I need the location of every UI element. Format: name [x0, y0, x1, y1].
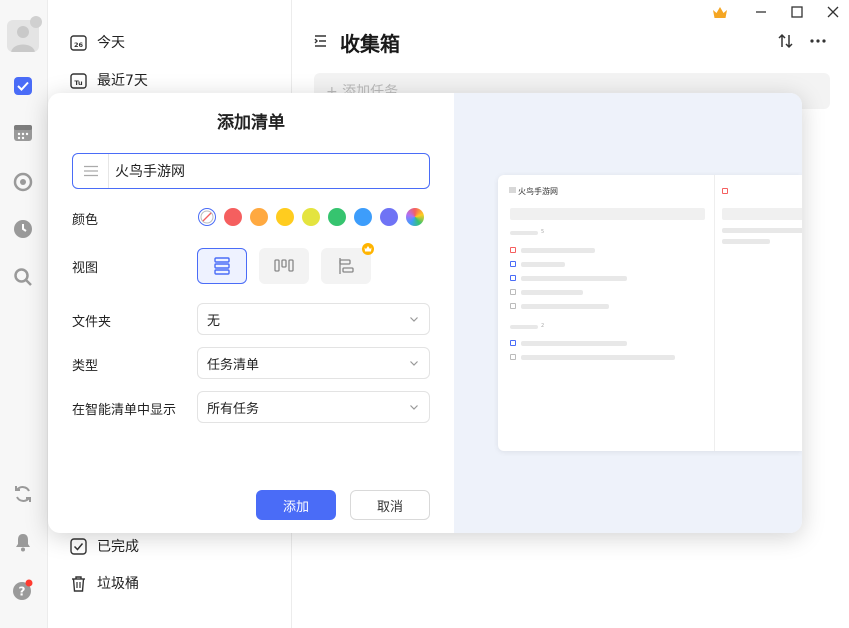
close-icon[interactable]: [825, 4, 841, 20]
preview-task-line: [521, 262, 565, 267]
preview-task-check: [510, 354, 516, 360]
minimize-icon[interactable]: [753, 4, 769, 20]
icon-rail: ?: [0, 0, 48, 628]
task-checkbox-icon[interactable]: [11, 74, 35, 98]
color-swatch-4[interactable]: [302, 208, 320, 226]
calendar-icon[interactable]: [11, 121, 35, 145]
add-button[interactable]: 添加: [256, 490, 336, 520]
chevron-down-icon: [410, 361, 418, 366]
no-color-icon: [200, 210, 213, 223]
sidebar-item-label: 已完成: [97, 539, 139, 555]
more-options-icon[interactable]: [809, 32, 827, 50]
preview-task-line: [521, 304, 609, 309]
preview-task-check: [510, 261, 516, 267]
color-swatch-8[interactable]: [406, 208, 424, 226]
vip-crown-icon: [30, 16, 42, 28]
list-preview-card: 火鸟手游网 5 2: [498, 175, 802, 451]
preview-section-count: 5: [541, 229, 545, 235]
sidebar-item-label: 最近7天: [97, 73, 148, 89]
smart-list-label: 在智能清单中显示: [72, 403, 177, 418]
color-swatch-0[interactable]: [198, 208, 216, 226]
preview-section-header: [510, 231, 538, 235]
folder-value: 无: [207, 313, 221, 329]
preview-detail-line: [722, 239, 770, 244]
color-swatch-5[interactable]: [328, 208, 346, 226]
calendar-tu-icon: Tu: [69, 71, 87, 89]
preview-section-header: [510, 325, 538, 329]
preview-detail-line: [722, 228, 802, 233]
list-name-field[interactable]: [72, 153, 430, 189]
preview-section-count: 2: [541, 323, 545, 329]
preview-add-bar: [510, 208, 705, 220]
sync-icon[interactable]: [11, 482, 35, 506]
svg-text:Tu: Tu: [74, 79, 83, 87]
preview-divider: [714, 175, 715, 451]
svg-text:26: 26: [73, 41, 83, 49]
clock-icon[interactable]: [11, 217, 35, 241]
smart-list-select[interactable]: 所有任务: [197, 391, 430, 423]
preview-task-check: [510, 303, 516, 309]
color-swatch-6[interactable]: [354, 208, 372, 226]
chevron-down-icon: [410, 317, 418, 322]
list-preview-pane: 火鸟手游网 5 2: [454, 93, 802, 533]
type-value: 任务清单: [207, 357, 260, 373]
color-swatch-7[interactable]: [380, 208, 398, 226]
sidebar-item-next-7-days[interactable]: Tu 最近7天: [69, 68, 148, 92]
sidebar-item-trash[interactable]: 垃圾桶: [69, 571, 139, 595]
drag-handle-icon: [73, 154, 109, 188]
preview-task-line: [521, 290, 583, 295]
folder-label: 文件夹: [72, 315, 112, 330]
add-list-dialog: 添加清单 颜色 视图 文件夹 无 类型 任务清单: [48, 93, 802, 533]
color-label: 颜色: [72, 213, 99, 228]
preview-task-line: [521, 248, 595, 253]
premium-badge-icon: [362, 243, 374, 255]
preview-task-check: [510, 340, 516, 346]
sidebar-item-completed[interactable]: 已完成: [69, 534, 139, 558]
page-title: 收集箱: [340, 32, 400, 56]
sidebar-item-label: 垃圾桶: [97, 576, 139, 592]
sidebar-item-today[interactable]: 26 今天: [69, 30, 125, 54]
list-name-input[interactable]: [109, 163, 409, 179]
type-label: 类型: [72, 359, 99, 374]
bell-icon[interactable]: [11, 530, 35, 554]
list-view-icon: [214, 257, 230, 275]
menu-collapse-icon[interactable]: [313, 32, 331, 50]
calendar-26-icon: 26: [69, 33, 87, 51]
maximize-icon[interactable]: [789, 4, 805, 20]
sidebar-item-label: 今天: [97, 35, 125, 51]
vip-crown-icon[interactable]: [712, 5, 728, 21]
view-label: 视图: [72, 261, 99, 276]
dialog-form: 添加清单 颜色 视图 文件夹 无 类型 任务清单: [48, 93, 454, 533]
search-icon[interactable]: [11, 265, 35, 289]
color-swatch-1[interactable]: [224, 208, 242, 226]
smart-list-value: 所有任务: [207, 401, 260, 417]
menu-icon: [509, 187, 516, 193]
svg-text:?: ?: [19, 585, 26, 599]
view-option-kanban[interactable]: [259, 248, 309, 284]
preview-task-line: [521, 341, 627, 346]
preview-detail-check: [722, 188, 728, 194]
preview-task-check: [510, 275, 516, 281]
type-select[interactable]: 任务清单: [197, 347, 430, 379]
preview-task-line: [521, 355, 675, 360]
preview-task-check: [510, 289, 516, 295]
preview-task-line: [521, 276, 627, 281]
dialog-title: 添加清单: [217, 113, 285, 133]
trash-icon: [69, 574, 87, 592]
preview-title: 火鸟手游网: [518, 187, 558, 196]
cancel-button[interactable]: 取消: [350, 490, 430, 520]
preview-detail-bar: [722, 208, 802, 220]
view-option-list[interactable]: [197, 248, 247, 284]
color-swatch-2[interactable]: [250, 208, 268, 226]
focus-target-icon[interactable]: [11, 170, 35, 194]
timeline-view-icon: [339, 258, 354, 274]
folder-select[interactable]: 无: [197, 303, 430, 335]
preview-task-check: [510, 247, 516, 253]
color-swatch-3[interactable]: [276, 208, 294, 226]
checkbox-icon: [69, 537, 87, 555]
chevron-down-icon: [410, 405, 418, 410]
kanban-view-icon: [274, 259, 294, 272]
sort-icon[interactable]: [777, 32, 795, 50]
help-icon[interactable]: ?: [11, 578, 35, 602]
